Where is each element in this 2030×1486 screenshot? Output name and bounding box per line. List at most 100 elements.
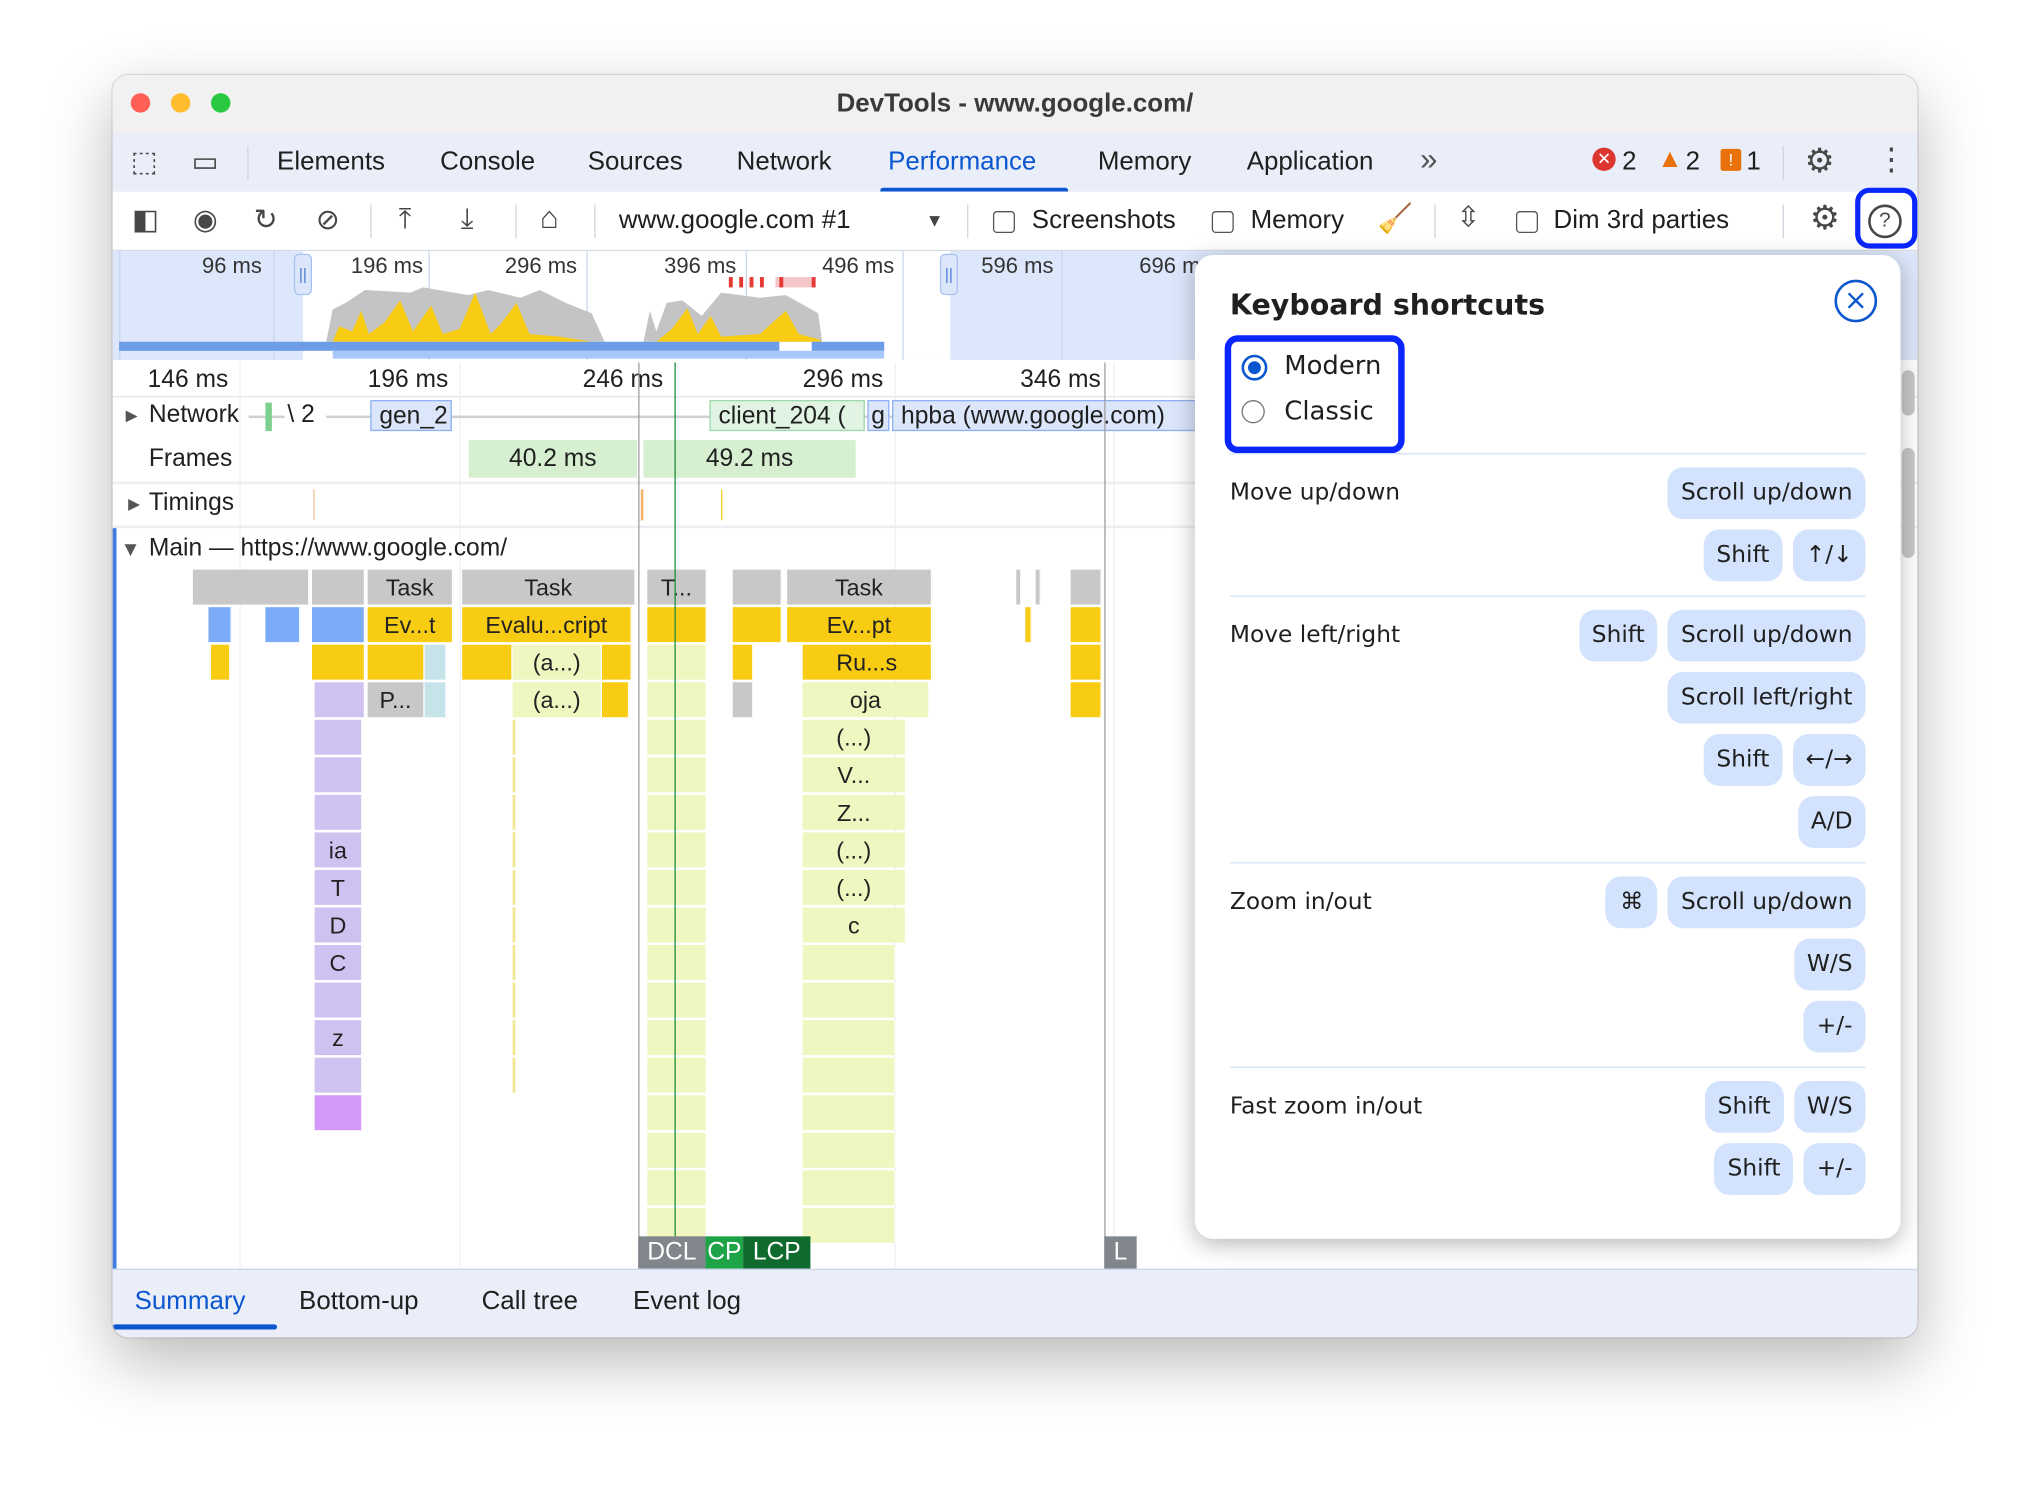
expand-network-icon[interactable]: ▶ [126, 407, 138, 425]
flame-event-C[interactable]: C [314, 945, 363, 981]
home-icon[interactable]: ⌂ [540, 203, 559, 234]
flame-event[interactable] [424, 644, 447, 680]
flame-event[interactable] [647, 1132, 707, 1168]
flame-event[interactable] [424, 682, 447, 718]
tab-application[interactable]: Application [1247, 148, 1374, 178]
flame-event[interactable] [802, 1207, 896, 1243]
flame-event-paren[interactable]: (...) [802, 869, 907, 905]
flame-event[interactable] [647, 1057, 707, 1093]
toggle-sidebar-icon[interactable]: ◧ [132, 204, 159, 236]
flame-event-v[interactable]: V... [802, 757, 907, 793]
flame-event[interactable] [314, 982, 363, 1018]
flame-event-T[interactable]: T [314, 869, 363, 905]
flame-event-oja[interactable]: oja [802, 682, 930, 718]
flame-event[interactable] [802, 1132, 896, 1168]
close-dialog-button[interactable]: × [1834, 279, 1878, 323]
flame-event[interactable] [512, 907, 517, 943]
flame-event[interactable] [732, 607, 782, 643]
flame-event[interactable] [647, 1020, 707, 1056]
flame-event[interactable] [1025, 607, 1032, 643]
flame-event-ru-s[interactable]: Ru...s [802, 644, 933, 680]
flame-event[interactable] [802, 945, 896, 981]
dropdown-arrow-icon[interactable]: ▼ [926, 210, 944, 231]
flame-event[interactable] [208, 607, 232, 643]
timings-track-label[interactable]: Timings [149, 489, 234, 517]
flame-event[interactable] [367, 644, 425, 680]
flame-event[interactable] [601, 644, 632, 680]
network-request-hpba[interactable]: hpba (www.google.com) [891, 400, 1197, 432]
screenshots-label[interactable]: Screenshots [1032, 206, 1176, 236]
tab-elements[interactable]: Elements [277, 148, 385, 178]
flame-event[interactable] [512, 1057, 517, 1093]
flame-event-z-dots[interactable]: Z... [802, 794, 907, 830]
error-count[interactable]: 2 [1622, 148, 1636, 178]
tab-console[interactable]: Console [440, 148, 535, 178]
fcp-marker[interactable]: CP [705, 1236, 744, 1269]
network-request-client204[interactable]: client_204 ( [709, 400, 865, 432]
reload-record-icon[interactable]: ↻ [254, 204, 278, 236]
flame-event[interactable] [647, 682, 707, 718]
network-request[interactable]: \ 2 [284, 400, 327, 432]
flame-event[interactable] [1070, 569, 1102, 605]
scrollbar-thumb[interactable] [1901, 447, 1915, 558]
flame-event[interactable] [265, 607, 301, 643]
flame-event[interactable] [802, 1057, 896, 1093]
load-marker[interactable]: L [1104, 1236, 1137, 1269]
flame-event[interactable] [512, 832, 517, 868]
lcp-marker[interactable]: LCP [743, 1236, 811, 1269]
flame-event[interactable] [211, 644, 231, 680]
flame-event[interactable] [512, 794, 517, 830]
flame-event[interactable] [314, 719, 363, 755]
collapse-main-icon[interactable]: ▶ [122, 544, 140, 556]
inspect-element-icon[interactable]: ⬚ [131, 146, 158, 177]
more-tabs-icon[interactable]: » [1420, 142, 1437, 178]
frame-block[interactable]: 40.2 ms [468, 440, 637, 478]
flame-event[interactable] [512, 945, 517, 981]
flame-event[interactable] [802, 1095, 896, 1131]
dim-3rd-parties-label[interactable]: Dim 3rd parties [1554, 206, 1730, 236]
flame-event[interactable] [647, 945, 707, 981]
flame-event[interactable] [647, 832, 707, 868]
flame-event[interactable] [512, 1020, 517, 1056]
network-request-gen2[interactable]: gen_2 [370, 400, 452, 432]
memory-checkbox[interactable] [1211, 211, 1234, 234]
network-request-g[interactable]: g [867, 400, 890, 432]
flame-event[interactable] [1016, 569, 1022, 605]
main-track-label[interactable]: Main — https://www.google.com/ [149, 535, 507, 563]
flame-event-ia[interactable]: ia [314, 832, 363, 868]
screenshots-checkbox[interactable] [992, 211, 1015, 234]
record-icon[interactable]: ◉ [193, 204, 218, 236]
flame-event-anon[interactable]: (a...) [512, 644, 602, 680]
flame-event[interactable] [732, 644, 754, 680]
garbage-collect-icon[interactable]: 🧹 [1377, 203, 1412, 234]
tab-summary[interactable]: Summary [135, 1287, 246, 1317]
flame-event[interactable] [1070, 644, 1102, 680]
warning-count[interactable]: 2 [1686, 148, 1700, 178]
flame-event-z[interactable]: z [314, 1020, 363, 1056]
flame-event-p[interactable]: P... [367, 682, 425, 718]
flame-event-t-short[interactable]: T... [647, 569, 707, 605]
flame-event-anon[interactable]: (a...) [512, 682, 602, 718]
collapse-tracks-icon[interactable]: ⇳ [1456, 201, 1480, 233]
flame-event-task[interactable]: Task [787, 569, 933, 605]
memory-label[interactable]: Memory [1251, 206, 1345, 236]
flame-event[interactable] [512, 982, 517, 1018]
flame-event[interactable] [732, 569, 782, 605]
flame-event[interactable] [314, 757, 363, 793]
classic-label[interactable]: Classic [1284, 395, 1374, 426]
flame-event[interactable] [311, 644, 366, 680]
dim-3rd-parties-checkbox[interactable] [1515, 211, 1538, 234]
flame-event[interactable] [314, 1057, 363, 1093]
upload-icon[interactable]: ⤒ [399, 203, 412, 234]
flame-event[interactable] [314, 682, 366, 718]
download-icon[interactable]: ⤓ [461, 203, 474, 234]
tab-sources[interactable]: Sources [588, 148, 683, 178]
tab-event-log[interactable]: Event log [633, 1287, 741, 1317]
device-toolbar-icon[interactable]: ▭ [192, 146, 219, 177]
flame-event[interactable] [647, 907, 707, 943]
flame-event-ev-pt[interactable]: Ev...pt [787, 607, 933, 643]
network-request[interactable] [265, 402, 272, 432]
flame-event-paren[interactable]: (...) [802, 719, 907, 755]
flame-event-task[interactable]: Task [367, 569, 454, 605]
flame-event-c[interactable]: c [802, 907, 907, 943]
